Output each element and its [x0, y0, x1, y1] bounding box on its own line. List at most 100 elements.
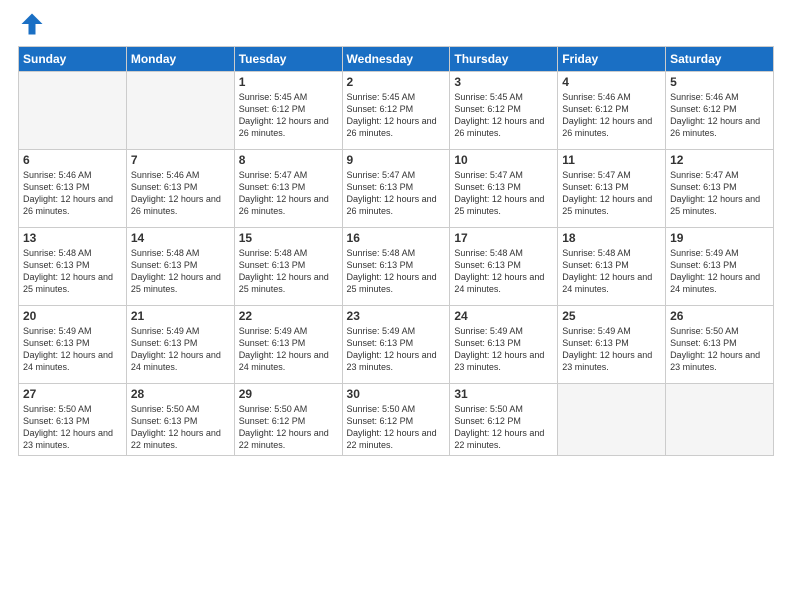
- day-info: Sunrise: 5:48 AM Sunset: 6:13 PM Dayligh…: [239, 247, 338, 296]
- week-row-3: 13 Sunrise: 5:48 AM Sunset: 6:13 PM Dayli…: [19, 228, 774, 306]
- calendar-cell: 10 Sunrise: 5:47 AM Sunset: 6:13 PM Dayli…: [450, 150, 558, 228]
- day-number: 30: [347, 387, 446, 401]
- day-number: 24: [454, 309, 553, 323]
- day-number: 5: [670, 75, 769, 89]
- day-info: Sunrise: 5:50 AM Sunset: 6:13 PM Dayligh…: [23, 403, 122, 452]
- calendar-cell: 25 Sunrise: 5:49 AM Sunset: 6:13 PM Dayli…: [558, 306, 666, 384]
- calendar-cell: 12 Sunrise: 5:47 AM Sunset: 6:13 PM Dayli…: [666, 150, 774, 228]
- day-info: Sunrise: 5:45 AM Sunset: 6:12 PM Dayligh…: [347, 91, 446, 140]
- calendar-cell: [19, 72, 127, 150]
- day-number: 6: [23, 153, 122, 167]
- day-info: Sunrise: 5:49 AM Sunset: 6:13 PM Dayligh…: [23, 325, 122, 374]
- day-info: Sunrise: 5:46 AM Sunset: 6:13 PM Dayligh…: [23, 169, 122, 218]
- day-info: Sunrise: 5:48 AM Sunset: 6:13 PM Dayligh…: [347, 247, 446, 296]
- calendar-cell: 20 Sunrise: 5:49 AM Sunset: 6:13 PM Dayli…: [19, 306, 127, 384]
- calendar-cell: 18 Sunrise: 5:48 AM Sunset: 6:13 PM Dayli…: [558, 228, 666, 306]
- day-number: 17: [454, 231, 553, 245]
- calendar-cell: 16 Sunrise: 5:48 AM Sunset: 6:13 PM Dayli…: [342, 228, 450, 306]
- day-info: Sunrise: 5:49 AM Sunset: 6:13 PM Dayligh…: [670, 247, 769, 296]
- week-row-5: 27 Sunrise: 5:50 AM Sunset: 6:13 PM Dayli…: [19, 384, 774, 456]
- day-info: Sunrise: 5:49 AM Sunset: 6:13 PM Dayligh…: [347, 325, 446, 374]
- day-number: 11: [562, 153, 661, 167]
- day-number: 1: [239, 75, 338, 89]
- day-info: Sunrise: 5:49 AM Sunset: 6:13 PM Dayligh…: [454, 325, 553, 374]
- calendar-cell: [126, 72, 234, 150]
- day-info: Sunrise: 5:47 AM Sunset: 6:13 PM Dayligh…: [454, 169, 553, 218]
- day-number: 27: [23, 387, 122, 401]
- day-number: 8: [239, 153, 338, 167]
- calendar-cell: 7 Sunrise: 5:46 AM Sunset: 6:13 PM Daylig…: [126, 150, 234, 228]
- calendar-cell: 2 Sunrise: 5:45 AM Sunset: 6:12 PM Daylig…: [342, 72, 450, 150]
- weekday-header-sunday: Sunday: [19, 47, 127, 72]
- calendar-cell: 29 Sunrise: 5:50 AM Sunset: 6:12 PM Dayli…: [234, 384, 342, 456]
- day-info: Sunrise: 5:48 AM Sunset: 6:13 PM Dayligh…: [454, 247, 553, 296]
- day-info: Sunrise: 5:47 AM Sunset: 6:13 PM Dayligh…: [670, 169, 769, 218]
- calendar-cell: 4Sunrise: 5:46 AM Sunset: 6:12 PM Daylig…: [558, 72, 666, 150]
- day-info: Sunrise: 5:47 AM Sunset: 6:13 PM Dayligh…: [347, 169, 446, 218]
- weekday-header-thursday: Thursday: [450, 47, 558, 72]
- calendar-cell: 19Sunrise: 5:49 AM Sunset: 6:13 PM Dayli…: [666, 228, 774, 306]
- weekday-header-friday: Friday: [558, 47, 666, 72]
- day-info: Sunrise: 5:50 AM Sunset: 6:12 PM Dayligh…: [347, 403, 446, 452]
- calendar-cell: 24 Sunrise: 5:49 AM Sunset: 6:13 PM Dayli…: [450, 306, 558, 384]
- day-info: Sunrise: 5:48 AM Sunset: 6:13 PM Dayligh…: [562, 247, 661, 296]
- day-number: 9: [347, 153, 446, 167]
- calendar-cell: 26Sunrise: 5:50 AM Sunset: 6:13 PM Dayli…: [666, 306, 774, 384]
- day-info: Sunrise: 5:48 AM Sunset: 6:13 PM Dayligh…: [23, 247, 122, 296]
- calendar-cell: 17 Sunrise: 5:48 AM Sunset: 6:13 PM Dayli…: [450, 228, 558, 306]
- day-info: Sunrise: 5:48 AM Sunset: 6:13 PM Dayligh…: [131, 247, 230, 296]
- day-info: Sunrise: 5:46 AM Sunset: 6:12 PM Dayligh…: [562, 91, 661, 140]
- day-info: Sunrise: 5:50 AM Sunset: 6:13 PM Dayligh…: [670, 325, 769, 374]
- weekday-header-monday: Monday: [126, 47, 234, 72]
- day-number: 12: [670, 153, 769, 167]
- day-info: Sunrise: 5:50 AM Sunset: 6:12 PM Dayligh…: [239, 403, 338, 452]
- calendar-cell: 31Sunrise: 5:50 AM Sunset: 6:12 PM Dayli…: [450, 384, 558, 456]
- calendar-cell: 15 Sunrise: 5:48 AM Sunset: 6:13 PM Dayli…: [234, 228, 342, 306]
- calendar-cell: [558, 384, 666, 456]
- day-info: Sunrise: 5:46 AM Sunset: 6:13 PM Dayligh…: [131, 169, 230, 218]
- day-number: 25: [562, 309, 661, 323]
- day-number: 23: [347, 309, 446, 323]
- calendar-cell: 14 Sunrise: 5:48 AM Sunset: 6:13 PM Dayli…: [126, 228, 234, 306]
- day-number: 29: [239, 387, 338, 401]
- calendar-cell: 13 Sunrise: 5:48 AM Sunset: 6:13 PM Dayli…: [19, 228, 127, 306]
- weekday-header-row: SundayMondayTuesdayWednesdayThursdayFrid…: [19, 47, 774, 72]
- week-row-1: 1 Sunrise: 5:45 AM Sunset: 6:12 PM Daylig…: [19, 72, 774, 150]
- day-info: Sunrise: 5:45 AM Sunset: 6:12 PM Dayligh…: [454, 91, 553, 140]
- weekday-header-wednesday: Wednesday: [342, 47, 450, 72]
- day-number: 3: [454, 75, 553, 89]
- day-number: 14: [131, 231, 230, 245]
- calendar-cell: 23 Sunrise: 5:49 AM Sunset: 6:13 PM Dayli…: [342, 306, 450, 384]
- page: SundayMondayTuesdayWednesdayThursdayFrid…: [0, 0, 792, 612]
- week-row-2: 6 Sunrise: 5:46 AM Sunset: 6:13 PM Daylig…: [19, 150, 774, 228]
- day-number: 20: [23, 309, 122, 323]
- calendar-cell: 1 Sunrise: 5:45 AM Sunset: 6:12 PM Daylig…: [234, 72, 342, 150]
- day-info: Sunrise: 5:49 AM Sunset: 6:13 PM Dayligh…: [562, 325, 661, 374]
- calendar-cell: 9 Sunrise: 5:47 AM Sunset: 6:13 PM Daylig…: [342, 150, 450, 228]
- day-info: Sunrise: 5:45 AM Sunset: 6:12 PM Dayligh…: [239, 91, 338, 140]
- day-info: Sunrise: 5:46 AM Sunset: 6:12 PM Dayligh…: [670, 91, 769, 140]
- calendar-cell: 30 Sunrise: 5:50 AM Sunset: 6:12 PM Dayli…: [342, 384, 450, 456]
- day-number: 7: [131, 153, 230, 167]
- week-row-4: 20 Sunrise: 5:49 AM Sunset: 6:13 PM Dayli…: [19, 306, 774, 384]
- weekday-header-tuesday: Tuesday: [234, 47, 342, 72]
- calendar-cell: 8Sunrise: 5:47 AM Sunset: 6:13 PM Daylig…: [234, 150, 342, 228]
- calendar-cell: [666, 384, 774, 456]
- logo-icon: [18, 10, 46, 38]
- day-number: 18: [562, 231, 661, 245]
- day-number: 13: [23, 231, 122, 245]
- calendar-cell: 6 Sunrise: 5:46 AM Sunset: 6:13 PM Daylig…: [19, 150, 127, 228]
- day-number: 21: [131, 309, 230, 323]
- calendar-cell: 21 Sunrise: 5:49 AM Sunset: 6:13 PM Dayli…: [126, 306, 234, 384]
- day-number: 2: [347, 75, 446, 89]
- day-info: Sunrise: 5:47 AM Sunset: 6:13 PM Dayligh…: [562, 169, 661, 218]
- day-number: 16: [347, 231, 446, 245]
- day-number: 15: [239, 231, 338, 245]
- calendar-cell: 28Sunrise: 5:50 AM Sunset: 6:13 PM Dayli…: [126, 384, 234, 456]
- day-info: Sunrise: 5:49 AM Sunset: 6:13 PM Dayligh…: [239, 325, 338, 374]
- weekday-header-saturday: Saturday: [666, 47, 774, 72]
- day-info: Sunrise: 5:49 AM Sunset: 6:13 PM Dayligh…: [131, 325, 230, 374]
- day-number: 10: [454, 153, 553, 167]
- calendar-cell: 11 Sunrise: 5:47 AM Sunset: 6:13 PM Dayli…: [558, 150, 666, 228]
- header: [18, 10, 774, 38]
